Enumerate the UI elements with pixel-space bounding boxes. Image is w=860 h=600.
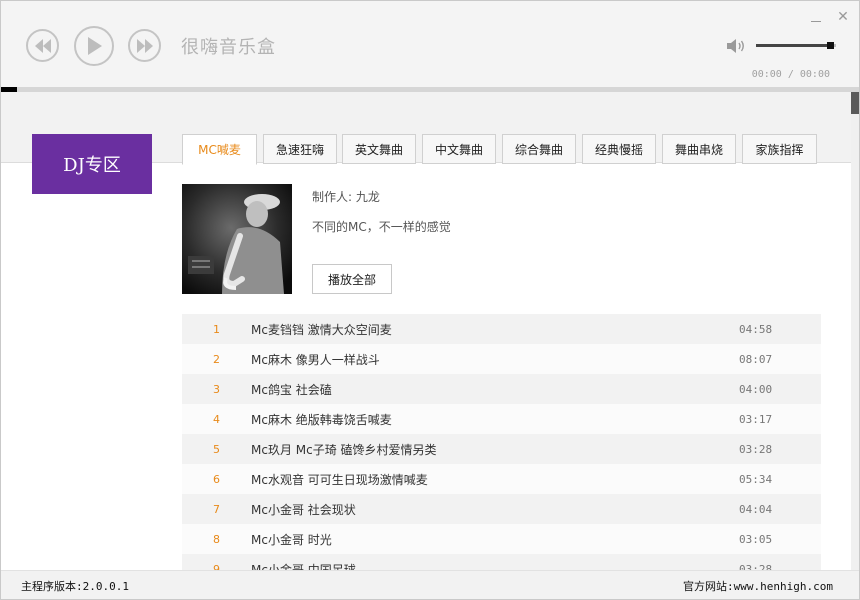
track-title: Mc麻木 像男人一样战斗: [251, 352, 380, 367]
album-description: 不同的MC，不一样的感觉: [312, 220, 451, 234]
tab-5[interactable]: 综合舞曲: [502, 134, 576, 164]
tab-2[interactable]: 急速狂嗨: [263, 134, 337, 164]
track-row[interactable]: 6 Mc水观音 可可生日现场激情喊麦 05:34: [182, 464, 821, 494]
track-list: 1 Mc麦铛铛 激情大众空间麦 04:58 2 Mc麻木 像男人一样战斗 08:07 3 Mc…: [182, 314, 821, 570]
tab-1[interactable]: MC喊麦: [182, 134, 257, 165]
content-area: DJ专区 MC喊麦 急速狂嗨 英文舞曲 中文舞曲 综合舞曲 经典慢摇 舞曲串烧 家族指挥: [1, 92, 851, 570]
track-row[interactable]: 8 Mc小金哥 时光 03:05: [182, 524, 821, 554]
track-row[interactable]: 2 Mc麻木 像男人一样战斗 08:07: [182, 344, 821, 374]
app-title: 很嗨音乐盒: [181, 37, 276, 58]
scroll-thumb[interactable]: [851, 92, 859, 114]
play-all-button[interactable]: 播放全部: [312, 264, 392, 294]
track-row[interactable]: 7 Mc小金哥 社会现状 04:04: [182, 494, 821, 524]
track-duration: 08:07: [739, 352, 773, 366]
track-duration: 05:34: [739, 472, 773, 486]
track-duration: 03:17: [739, 412, 773, 426]
fast-forward-icon: [136, 38, 153, 53]
track-number: 8: [213, 532, 220, 546]
app-version: 主程序版本:2.0.0.1: [21, 580, 129, 593]
album-producer: 制作人: 九龙: [312, 190, 380, 204]
volume-slider[interactable]: [756, 42, 836, 49]
play-icon: [88, 37, 102, 55]
previous-button[interactable]: [26, 29, 59, 62]
status-footer: 主程序版本:2.0.0.1 官方网站:www.henhigh.com: [1, 570, 859, 599]
track-number: 4: [213, 412, 220, 426]
track-number: 5: [213, 442, 220, 456]
track-row[interactable]: 1 Mc麦铛铛 激情大众空间麦 04:58: [182, 314, 821, 344]
volume-handle[interactable]: [827, 42, 834, 49]
scrollbar[interactable]: [851, 92, 859, 570]
speaker-icon[interactable]: [726, 39, 746, 53]
close-icon[interactable]: ✕: [835, 9, 851, 25]
tab-4[interactable]: 中文舞曲: [422, 134, 496, 164]
time-display: 00:00 / 00:00: [751, 69, 830, 80]
track-title: Mc小金哥 社会现状: [251, 502, 356, 517]
track-row[interactable]: 9 Mc小金哥 中国足球 03:28: [182, 554, 821, 570]
album-cover: [182, 184, 292, 294]
track-title: Mc麻木 绝版韩毒饶舌喊麦: [251, 412, 392, 427]
track-number: 1: [213, 322, 220, 336]
volume-fill: [756, 44, 830, 47]
track-row[interactable]: 4 Mc麻木 绝版韩毒饶舌喊麦 03:17: [182, 404, 821, 434]
track-title: Mc水观音 可可生日现场激情喊麦: [251, 472, 428, 487]
track-number: 9: [213, 562, 220, 571]
section-badge: DJ专区: [32, 134, 152, 194]
track-title: Mc麦铛铛 激情大众空间麦: [251, 322, 392, 337]
track-duration: 03:05: [739, 532, 773, 546]
player-bar: 很嗨音乐盒 ✕ 00:00 / 00:00: [1, 1, 859, 87]
play-button[interactable]: [74, 26, 114, 66]
saxophonist-image: [182, 184, 292, 294]
track-duration: 03:28: [739, 442, 773, 456]
track-title: Mc小金哥 时光: [251, 532, 332, 547]
track-duration: 04:00: [739, 382, 773, 396]
track-number: 3: [213, 382, 220, 396]
music-box-window: 很嗨音乐盒 ✕ 00:00 / 00:00 DJ专区 MC喊麦 急速狂嗨 英文舞曲中…: [0, 0, 860, 600]
track-row[interactable]: 3 Mc鸽宝 社会磕 04:00: [182, 374, 821, 404]
track-number: 7: [213, 502, 220, 516]
tab-6[interactable]: 经典慢摇: [582, 134, 656, 164]
next-button[interactable]: [128, 29, 161, 62]
rewind-icon: [34, 38, 51, 53]
official-website-link[interactable]: 官方网站:www.henhigh.com: [683, 578, 833, 594]
track-number: 2: [213, 352, 220, 366]
track-row[interactable]: 5 Mc玖月 Mc子琦 磕馋乡村爱情另类 03:28: [182, 434, 821, 464]
track-duration: 04:04: [739, 502, 773, 516]
track-title: Mc玖月 Mc子琦 磕馋乡村爱情另类: [251, 442, 437, 457]
track-duration: 03:28: [739, 562, 773, 571]
minimize-icon[interactable]: [809, 10, 823, 24]
tab-8[interactable]: 家族指挥: [742, 134, 817, 164]
tab-7[interactable]: 舞曲串烧: [662, 134, 736, 164]
track-duration: 04:58: [739, 322, 773, 336]
tab-3[interactable]: 英文舞曲: [342, 134, 416, 164]
track-title: Mc小金哥 中国足球: [251, 562, 356, 571]
track-number: 6: [213, 472, 220, 486]
track-title: Mc鸽宝 社会磕: [251, 382, 332, 397]
